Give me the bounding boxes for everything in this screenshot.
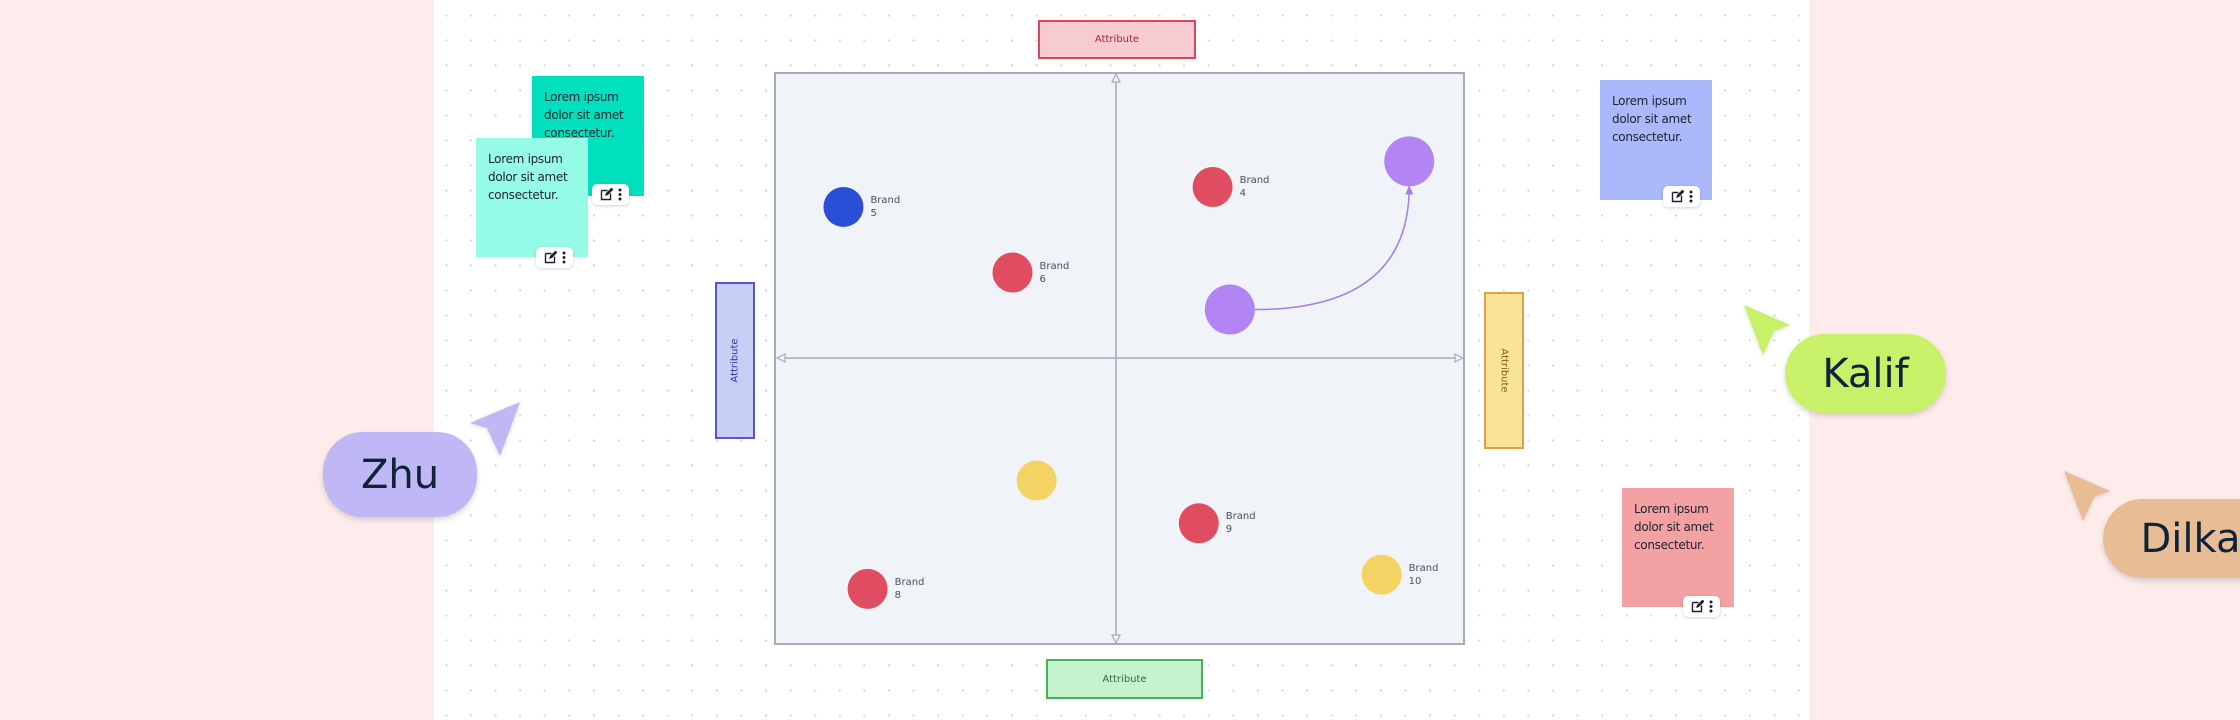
attribute-label-top[interactable]: Attribute [1038, 20, 1196, 59]
sticky-note-toolbar [592, 184, 629, 205]
more-vertical-icon[interactable] [618, 188, 622, 201]
attribute-label-bottom[interactable]: Attribute [1046, 659, 1203, 699]
brand-label-name: Brand [1039, 260, 1070, 272]
brand-label: Brand 10 [1409, 562, 1439, 588]
brand-label-name: Brand [1239, 175, 1270, 186]
brand-label: Brand 9 [1226, 510, 1256, 536]
collaborator-name-kalif: Kalif [1785, 334, 1946, 413]
edit-icon[interactable] [544, 251, 557, 264]
sticky-note[interactable]: Lorem ipsum dolor sit amet consectetur. [1600, 80, 1712, 200]
cursor-arrow-icon [470, 402, 520, 456]
brand-label-number: 5 [870, 207, 877, 219]
edit-icon[interactable] [1671, 190, 1684, 203]
brand-label-number: 6 [1039, 273, 1046, 285]
sticky-note-toolbar [536, 247, 573, 268]
more-vertical-icon[interactable] [1709, 600, 1713, 613]
sticky-note-toolbar [1663, 186, 1700, 207]
brand-label-number: 4 [1239, 188, 1246, 199]
collaborator-name-dilka: Dilka [2103, 499, 2240, 578]
sticky-note-text: Lorem ipsum dolor sit amet consectetur. [1634, 502, 1714, 552]
brand-label-name: Brand [870, 194, 901, 206]
brand-label: Brand 6 [1040, 260, 1070, 286]
attribute-label-text: Attribute [1498, 348, 1510, 393]
edit-icon[interactable] [1691, 600, 1704, 613]
collaborator-name-zhu: Zhu [323, 432, 477, 517]
attribute-label-right[interactable]: Attribute [1484, 292, 1524, 449]
attribute-label-text: Attribute [1094, 34, 1140, 45]
edit-icon[interactable] [600, 188, 613, 201]
attribute-label-text: Attribute [1102, 673, 1147, 685]
brand-label-number: 10 [1408, 575, 1422, 587]
quadrant-chart-frame[interactable] [774, 72, 1465, 645]
brand-label-number: 8 [894, 589, 901, 601]
brand-label: Brand 8 [895, 576, 925, 602]
brand-label-name: Brand [894, 576, 925, 588]
brand-label-name: Brand [1408, 562, 1439, 574]
sticky-note-text: Lorem ipsum dolor sit amet consectetur. [488, 152, 568, 202]
collaborator-cursor-zhu [465, 398, 525, 464]
attribute-label-text: Attribute [729, 338, 741, 383]
brand-label: Brand 4 [1240, 174, 1270, 200]
more-vertical-icon[interactable] [562, 251, 566, 264]
brand-label-number: 9 [1225, 524, 1233, 536]
sticky-note-text: Lorem ipsum dolor sit amet consectetur. [1612, 94, 1692, 144]
sticky-note[interactable]: Lorem ipsum dolor sit amet consectetur. [1622, 488, 1734, 607]
attribute-label-left[interactable]: Attribute [715, 282, 755, 439]
sticky-note-toolbar [1683, 596, 1720, 617]
sticky-note[interactable]: Lorem ipsum dolor sit amet consectetur. [476, 138, 588, 257]
brand-label: Brand 5 [870, 194, 900, 220]
sticky-note-text: Lorem ipsum dolor sit amet consectetur. [544, 90, 624, 140]
brand-label-name: Brand [1225, 511, 1256, 523]
more-vertical-icon[interactable] [1689, 190, 1693, 203]
